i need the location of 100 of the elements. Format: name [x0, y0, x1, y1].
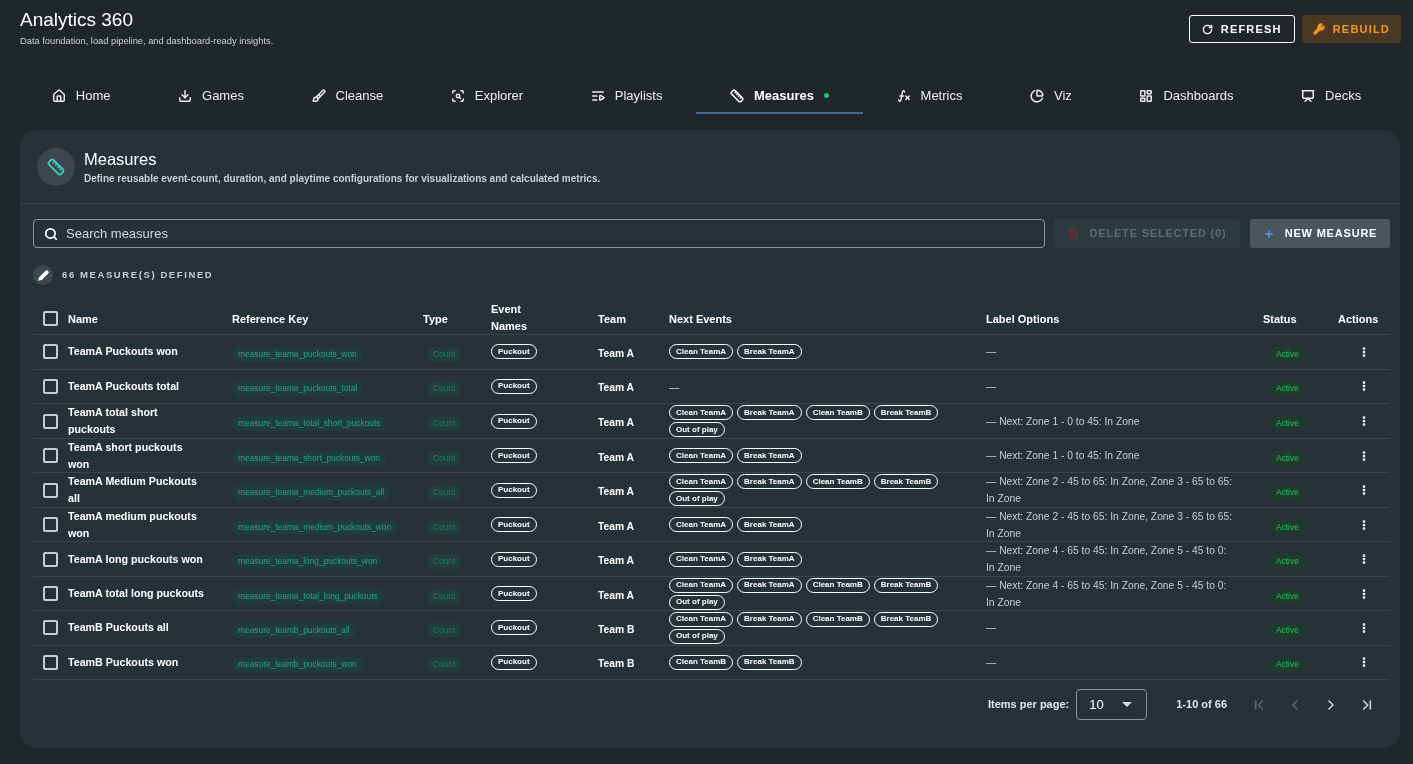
- nav-tab[interactable]: Explorer: [417, 79, 557, 114]
- measure-name: TeamA total long puckouts: [68, 586, 205, 601]
- checkbox[interactable]: [43, 310, 58, 326]
- reference-key-tag: measure_teama_puckouts_total: [232, 381, 364, 397]
- column-header: Reference Key: [232, 313, 309, 325]
- team-name: Team A: [598, 451, 635, 463]
- nav-tab[interactable]: Cleanse: [277, 79, 417, 114]
- team-name: Team A: [598, 347, 635, 359]
- column-header: Actions: [1338, 313, 1379, 325]
- label-options-text: —: [986, 621, 998, 636]
- column-header: Next Events: [669, 313, 732, 325]
- measure-name: TeamB Puckouts all: [68, 620, 170, 636]
- scan-search-icon: [450, 88, 465, 103]
- nav-tab[interactable]: Measures: [696, 79, 863, 114]
- search-icon: [44, 226, 58, 241]
- nav-tab[interactable]: Games: [144, 79, 278, 114]
- nav-tab[interactable]: Home: [18, 79, 145, 114]
- team-name: Team B: [598, 658, 635, 670]
- label-options-text: — Next: Zone 1 - 0 to 45: In Zone: [986, 414, 1141, 429]
- status-tag: Active: [1270, 519, 1305, 535]
- team-name: Team A: [598, 589, 635, 601]
- status-tag: Active: [1270, 381, 1305, 397]
- label-options-text: — Next: Zone 4 - 65 to 45: In Zone, Zone 5 - 45 to 0: In Zone: [986, 578, 1228, 610]
- column-header: Team: [598, 313, 626, 325]
- label-options-text: — Next: Zone 2 - 45 to 65: In Zone, Zone 3 - 65 to 65: In Zone: [986, 509, 1234, 541]
- checkbox[interactable]: [43, 448, 58, 463]
- nav-tab[interactable]: Viz: [996, 79, 1106, 114]
- checkbox[interactable]: [43, 654, 58, 670]
- caret-icon: [1122, 702, 1133, 707]
- column-header: Type: [423, 313, 448, 325]
- label-options-text: — Next: Zone 1 - 0 to 45: In Zone: [986, 449, 1141, 463]
- dashboard-icon: [1139, 88, 1154, 103]
- reference-key-tag: measure_teama_medium_puckouts_won: [232, 519, 398, 535]
- status-tag: Active: [1270, 485, 1305, 500]
- pencil-icon: [33, 265, 53, 285]
- panel-title: Measures: [84, 149, 158, 169]
- checkbox[interactable]: [43, 586, 58, 601]
- rebuild-button[interactable]: REBUILD: [1301, 15, 1401, 43]
- list-play-icon: [590, 88, 605, 103]
- checkbox[interactable]: [43, 482, 58, 498]
- status-tag: Active: [1270, 450, 1305, 466]
- reference-key-tag: measure_teama_long_puckouts_won: [232, 554, 384, 569]
- reference-key-tag: measure_teama_total_short_puckouts: [232, 416, 387, 431]
- measure-count: 66 MEASURE(S) DEFINED: [62, 267, 214, 282]
- download-icon: [178, 88, 193, 103]
- items-per-page-label: Items per page:: [987, 697, 1070, 713]
- checkbox[interactable]: [43, 517, 58, 532]
- ruler-icon: [730, 88, 744, 103]
- checkbox[interactable]: [43, 413, 58, 429]
- column-header: Status: [1263, 313, 1297, 325]
- measure-name: TeamA total short puckouts: [68, 405, 159, 437]
- nav-tab[interactable]: Dashboards: [1105, 79, 1268, 114]
- nav-tab[interactable]: Playlists: [556, 79, 697, 114]
- refresh-icon: [1201, 23, 1213, 35]
- new-measure-button[interactable]: NEW MEASURE: [1250, 219, 1390, 248]
- team-name: Team A: [598, 520, 635, 532]
- plus-icon: [1262, 227, 1275, 240]
- ruler-icon: [37, 148, 75, 186]
- search-field[interactable]: Search measures: [33, 219, 1045, 248]
- reference-key-tag: measure_teama_medium_puckouts_all: [232, 485, 391, 500]
- empty-dash: —: [669, 382, 680, 394]
- status-tag: Active: [1270, 346, 1305, 362]
- pie-chart-icon: [1030, 88, 1044, 103]
- measure-name: TeamA long puckouts won: [68, 551, 204, 567]
- status-tag: Active: [1270, 622, 1305, 638]
- reference-key-tag: measure_teamb_puckouts_won: [232, 657, 363, 673]
- team-name: Team A: [598, 417, 635, 428]
- easel-icon: [1301, 88, 1316, 103]
- page-range: 1-10 of 66: [1176, 697, 1227, 713]
- refresh-button[interactable]: REFRESH: [1188, 15, 1295, 43]
- measure-name: TeamA medium puckouts won: [68, 508, 198, 541]
- column-header: Name: [68, 313, 98, 325]
- reference-key-tag: measure_teama_short_puckouts_won: [232, 450, 386, 466]
- reference-key-tag: measure_teamb_puckouts_all: [232, 622, 356, 638]
- status-tag: Active: [1270, 657, 1305, 673]
- status-tag: Active: [1270, 416, 1305, 431]
- checkbox[interactable]: [43, 344, 58, 360]
- team-name: Team A: [598, 486, 635, 497]
- checkbox[interactable]: [43, 620, 58, 636]
- nav-tab[interactable]: Decks: [1267, 79, 1395, 114]
- status-tag: Active: [1270, 588, 1305, 604]
- home-icon: [51, 88, 66, 103]
- label-options-text: —: [986, 345, 998, 360]
- reference-key-tag: measure_teama_puckouts_won: [232, 346, 363, 362]
- panel-description: Define reusable event-count, duration, and playtime configurations for visualizations and calculated metrics.: [84, 172, 601, 185]
- trash-icon: [1067, 227, 1080, 240]
- column-header: Label Options: [986, 313, 1060, 325]
- measure-name: TeamA Puckouts total: [68, 378, 181, 394]
- checkbox[interactable]: [43, 378, 58, 394]
- reference-key-tag: measure_teama_total_long_puckouts: [232, 588, 384, 604]
- wrench-icon: [1312, 23, 1325, 35]
- app-title: Analytics 360: [20, 9, 134, 31]
- app-subtitle: Data foundation, load pipeline, and dashboard-ready insights.: [20, 35, 274, 47]
- function-icon: [896, 88, 911, 103]
- nav-tab[interactable]: Metrics: [862, 79, 997, 114]
- items-per-page-select[interactable]: 10: [1076, 689, 1148, 720]
- checkbox[interactable]: [43, 551, 58, 567]
- status-tag: Active: [1270, 554, 1305, 569]
- measure-name: TeamB Puckouts won: [68, 654, 180, 670]
- team-name: Team A: [598, 555, 635, 566]
